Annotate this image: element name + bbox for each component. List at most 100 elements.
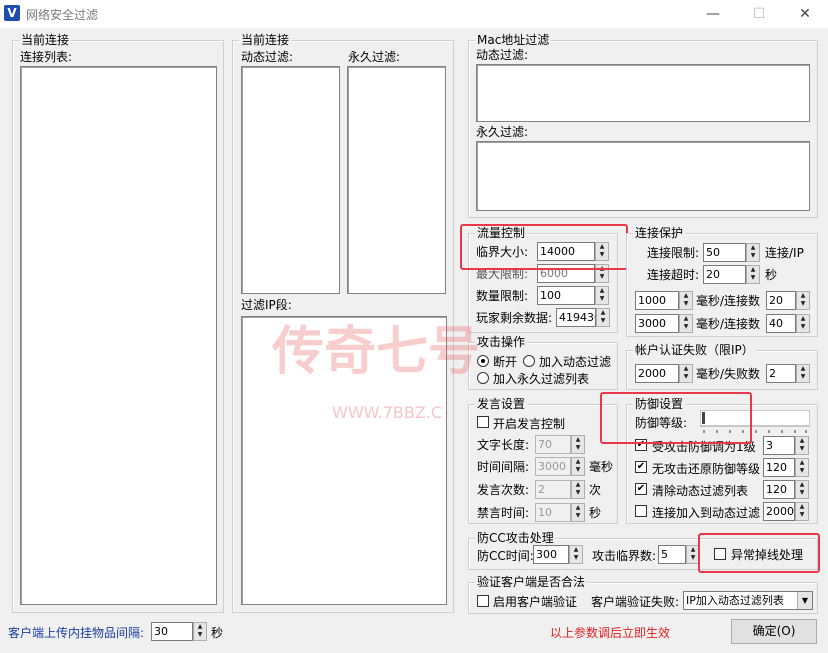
down-icon: ▼: [799, 489, 805, 496]
connection-timeout-input[interactable]: 20: [703, 265, 746, 284]
protect-row1-ms-spinner[interactable]: ▲ ▼: [679, 291, 693, 310]
down-icon: ▼: [575, 489, 581, 496]
group-title: 当前连接: [239, 33, 292, 47]
close-icon[interactable]: ✕: [790, 4, 820, 24]
connection-list[interactable]: [20, 66, 217, 605]
up-icon: ▲: [575, 436, 581, 443]
auth-fail-ms-spinner[interactable]: ▲ ▼: [679, 364, 693, 383]
connection-limit-spinner[interactable]: ▲ ▼: [746, 243, 760, 262]
speech-control-checkbox[interactable]: [477, 416, 489, 428]
add-dynamic-label: 加入动态过滤: [539, 355, 612, 369]
cc-time-spinner[interactable]: ▲ ▼: [569, 545, 583, 564]
mac-permanent-list[interactable]: [476, 141, 810, 211]
mac-permanent-label: 永久过滤:: [476, 125, 529, 139]
defense-opt4-input[interactable]: 2000: [763, 502, 795, 521]
notice-text: 以上参数调后立即生效: [550, 626, 671, 640]
down-icon: ▼: [575, 444, 581, 451]
group-title: 帐户认证失败（限IP）: [633, 343, 756, 357]
up-icon: ▲: [683, 292, 689, 299]
defense-opt4-checkbox[interactable]: [635, 505, 647, 517]
text-length-spinner[interactable]: ▲ ▼: [571, 435, 585, 454]
defense-opt3-input[interactable]: 120: [763, 480, 795, 499]
defense-opt4-spinner[interactable]: ▲ ▼: [795, 502, 809, 521]
protect-row2-ms-input[interactable]: 3000: [635, 314, 679, 333]
defense-opt1-spinner[interactable]: ▲ ▼: [795, 436, 809, 455]
protect-row2-ms-spinner[interactable]: ▲ ▼: [679, 314, 693, 333]
defense-level-highlight: [600, 392, 752, 444]
ban-time-unit: 秒: [589, 506, 602, 520]
chevron-down-icon[interactable]: ▼: [797, 592, 812, 609]
connection-limit-label: 连接限制:: [647, 246, 700, 260]
protect-row1-count-input[interactable]: 20: [766, 291, 796, 310]
ok-button[interactable]: 确定(O): [731, 619, 817, 644]
defense-opt1-input[interactable]: 3: [763, 436, 795, 455]
protect-row2-count-spinner[interactable]: ▲ ▼: [796, 314, 810, 333]
permanent-filter-list[interactable]: [347, 66, 446, 294]
connection-timeout-unit: 秒: [765, 268, 778, 282]
group-title: Mac地址过滤: [475, 33, 552, 47]
group-title: 防CC攻击处理: [475, 531, 556, 545]
client-verify-fail-select[interactable]: IP加入动态过滤列表 ▼: [683, 591, 813, 610]
upload-interval-input[interactable]: 30: [151, 622, 193, 641]
up-icon: ▲: [600, 309, 606, 316]
group-title: 连接保护: [633, 226, 686, 240]
defense-opt3-spinner[interactable]: ▲ ▼: [795, 480, 809, 499]
cc-threshold-input[interactable]: 5: [658, 545, 686, 564]
protect-row1-ms-input[interactable]: 1000: [635, 291, 679, 310]
speech-control-label: 开启发言控制: [493, 417, 566, 431]
protect-row2-count-input[interactable]: 40: [766, 314, 796, 333]
abnormal-disconnect-highlight: [698, 533, 820, 573]
up-icon: ▲: [683, 315, 689, 322]
down-icon: ▼: [599, 295, 605, 302]
count-limit-spinner[interactable]: ▲ ▼: [595, 286, 609, 305]
count-limit-input[interactable]: 100: [537, 286, 595, 305]
remaining-data-spinner[interactable]: ▲ ▼: [596, 308, 610, 327]
down-icon: ▼: [600, 317, 606, 324]
protect-row1-count-spinner[interactable]: ▲ ▼: [796, 291, 810, 310]
connection-timeout-label: 连接超时:: [647, 268, 700, 282]
connection-timeout-spinner[interactable]: ▲ ▼: [746, 265, 760, 284]
defense-opt2-spinner[interactable]: ▲ ▼: [795, 458, 809, 477]
connection-limit-input[interactable]: 50: [703, 243, 746, 262]
minimize-icon[interactable]: —: [698, 4, 728, 24]
add-permanent-label: 加入永久过滤列表: [493, 372, 590, 386]
defense-opt2-input[interactable]: 120: [763, 458, 795, 477]
auth-fail-count-spinner[interactable]: ▲ ▼: [796, 364, 810, 383]
client-verify-checkbox[interactable]: [477, 595, 489, 607]
text-length-input[interactable]: 70: [535, 435, 571, 454]
maximize-icon[interactable]: ☐: [744, 4, 774, 24]
group-title: 当前连接: [19, 33, 72, 47]
speech-times-input[interactable]: 2: [535, 480, 571, 499]
ban-time-input[interactable]: 10: [535, 503, 571, 522]
time-interval-input[interactable]: 3000: [535, 457, 571, 476]
protect-row2-unit: 毫秒/连接数: [696, 317, 761, 331]
protect-row1-unit: 毫秒/连接数: [696, 294, 761, 308]
mac-dynamic-list[interactable]: [476, 64, 810, 122]
up-icon: ▲: [750, 244, 756, 251]
watermark-url: WWW.7BBZ.C: [332, 403, 443, 422]
remaining-data-input[interactable]: 419430: [556, 308, 596, 327]
add-dynamic-radio[interactable]: [523, 355, 535, 367]
dynamic-filter-list[interactable]: [241, 66, 340, 294]
time-interval-label: 时间间隔:: [477, 460, 530, 474]
defense-opt3-checkbox[interactable]: ✔: [635, 483, 647, 495]
upload-interval-spinner[interactable]: ▲ ▼: [193, 622, 207, 641]
down-icon: ▼: [750, 274, 756, 281]
cc-time-label: 防CC时间:: [477, 549, 534, 563]
threshold-highlight: [460, 224, 628, 270]
app-icon: V: [4, 5, 20, 21]
down-icon: ▼: [799, 445, 805, 452]
time-interval-spinner[interactable]: ▲ ▼: [571, 457, 585, 476]
up-icon: ▲: [599, 287, 605, 294]
up-icon: ▲: [750, 266, 756, 273]
auth-fail-ms-input[interactable]: 2000: [635, 364, 679, 383]
ban-time-spinner[interactable]: ▲ ▼: [571, 503, 585, 522]
up-icon: ▲: [800, 315, 806, 322]
up-icon: ▲: [800, 365, 806, 372]
auth-fail-count-input[interactable]: 2: [766, 364, 796, 383]
cc-time-input[interactable]: 300: [533, 545, 569, 564]
up-icon: ▲: [800, 292, 806, 299]
speech-times-spinner[interactable]: ▲ ▼: [571, 480, 585, 499]
defense-opt2-checkbox[interactable]: ✔: [635, 461, 647, 473]
down-icon: ▼: [799, 511, 805, 518]
